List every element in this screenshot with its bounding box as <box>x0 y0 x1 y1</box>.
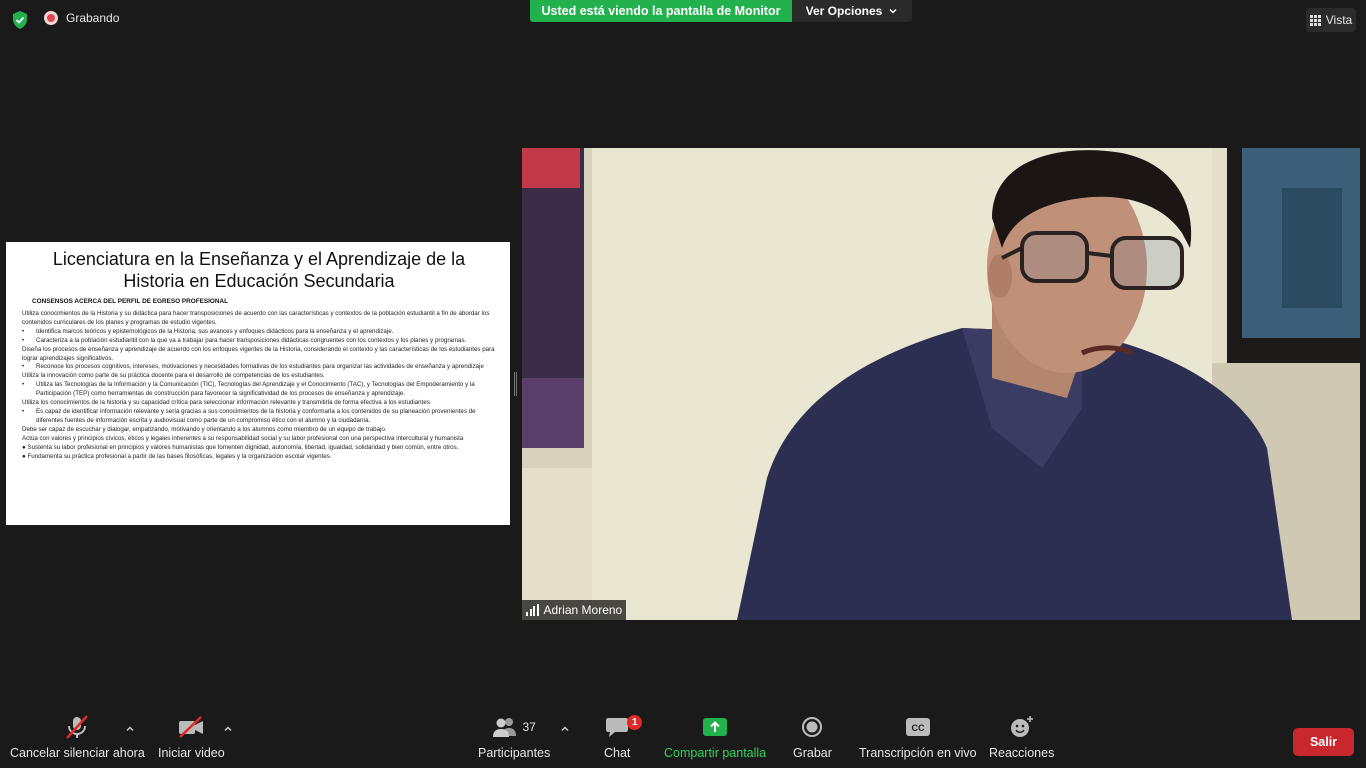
microphone-muted-icon <box>66 715 89 739</box>
participants-icon <box>493 718 517 737</box>
view-label: Vista <box>1325 13 1353 27</box>
share-screen-icon <box>703 718 728 736</box>
document-line: Reconoce los procesos cognitivos, intere… <box>22 363 496 372</box>
live-transcription-button[interactable]: CC Transcripción en vivo <box>859 712 977 760</box>
share-screen-button[interactable]: Compartir pantalla <box>664 712 766 760</box>
document-line: Utiliza conocimientos de la Historia y s… <box>22 310 490 326</box>
document-line: Diseña los procesos de enseñanza y apren… <box>22 345 495 362</box>
recording-icon <box>44 11 58 25</box>
document-line: Utiliza las Tecnologías de la Informació… <box>22 381 496 399</box>
start-video-button[interactable]: Iniciar video <box>158 712 225 760</box>
screen-share-banner: Usted está viendo la pantalla de Monitor <box>530 0 792 22</box>
document-line: Utiliza la innovación como parte de su p… <box>22 372 325 380</box>
video-options-chevron-up-icon[interactable] <box>223 724 233 734</box>
grid-icon <box>1309 14 1321 26</box>
shared-screen: Licenciatura en la Enseñanza y el Aprend… <box>6 242 510 525</box>
document-body: Utiliza conocimientos de la Historia y s… <box>22 310 496 461</box>
document-line: Caracteriza a la población estudiantil c… <box>22 337 496 346</box>
smiley-reaction-icon <box>1010 716 1033 737</box>
video-camera-off-icon <box>179 716 204 738</box>
document-title: Licenciatura en la Enseñanza y el Aprend… <box>52 249 466 291</box>
unmute-label: Cancelar silenciar ahora <box>10 746 145 760</box>
svg-text:CC: CC <box>911 723 924 733</box>
audio-options-chevron-up-icon[interactable] <box>125 724 135 734</box>
participant-name: Adrian Moreno <box>543 603 623 617</box>
document-line: Debe ser capaz de escuchar y dialogar, e… <box>22 425 387 433</box>
unmute-button[interactable]: Cancelar silenciar ahora <box>10 712 145 760</box>
document-line: ● Fundamenta su práctica profesional a p… <box>22 452 332 460</box>
chat-label: Chat <box>604 746 631 760</box>
participant-video-image <box>522 148 1360 620</box>
view-options-label: Ver Opciones <box>805 4 883 18</box>
participants-button[interactable]: 37 Participantes <box>478 712 550 760</box>
participants-label: Participantes <box>478 746 551 760</box>
document-line: Identifica marcos teóricos y epistemológ… <box>22 328 496 337</box>
security-shield-icon[interactable] <box>10 10 30 30</box>
live-transcription-label: Transcripción en vivo <box>859 746 977 760</box>
recording-label: Grabando <box>66 11 120 25</box>
share-screen-label: Compartir pantalla <box>664 746 767 760</box>
start-video-label: Iniciar video <box>158 746 225 760</box>
splitter-handle[interactable] <box>514 372 517 396</box>
document-line: Utiliza los conocimientos de la historia… <box>22 399 430 407</box>
participant-video[interactable]: Adrian Moreno <box>522 148 1360 620</box>
chat-bubble-icon <box>606 718 629 737</box>
record-button[interactable]: Grabar <box>793 712 832 760</box>
participant-name-tag: Adrian Moreno <box>522 600 627 620</box>
meeting-toolbar: Cancelar silenciar ahora Iniciar video 3… <box>0 712 1366 768</box>
chat-unread-badge: 1 <box>627 715 643 730</box>
reactions-button[interactable]: Reacciones <box>989 712 1054 760</box>
view-options-button[interactable]: Ver Opciones <box>792 0 912 22</box>
recording-indicator[interactable]: Grabando <box>44 11 119 25</box>
signal-strength-icon <box>526 604 539 616</box>
view-button[interactable]: Vista <box>1306 8 1356 32</box>
document-line: Actúa con valores y principios cívicos, … <box>22 434 464 442</box>
participants-options-chevron-up-icon[interactable] <box>560 724 570 734</box>
record-label: Grabar <box>793 746 832 760</box>
closed-captions-icon: CC <box>905 718 930 736</box>
document-line: Es capaz de identificar información rele… <box>22 408 496 426</box>
leave-meeting-button[interactable]: Salir <box>1293 728 1354 756</box>
chat-button[interactable]: 1 Chat <box>604 712 643 760</box>
chevron-down-icon <box>889 8 897 14</box>
document-line: ● Sustenta su labor profesional en princ… <box>22 443 459 451</box>
participants-count: 37 <box>522 720 536 734</box>
record-icon <box>802 717 823 737</box>
document-subtitle: CONSENSOS ACERCA DEL PERFIL DE EGRESO PR… <box>32 298 229 305</box>
reactions-label: Reacciones <box>989 746 1055 760</box>
